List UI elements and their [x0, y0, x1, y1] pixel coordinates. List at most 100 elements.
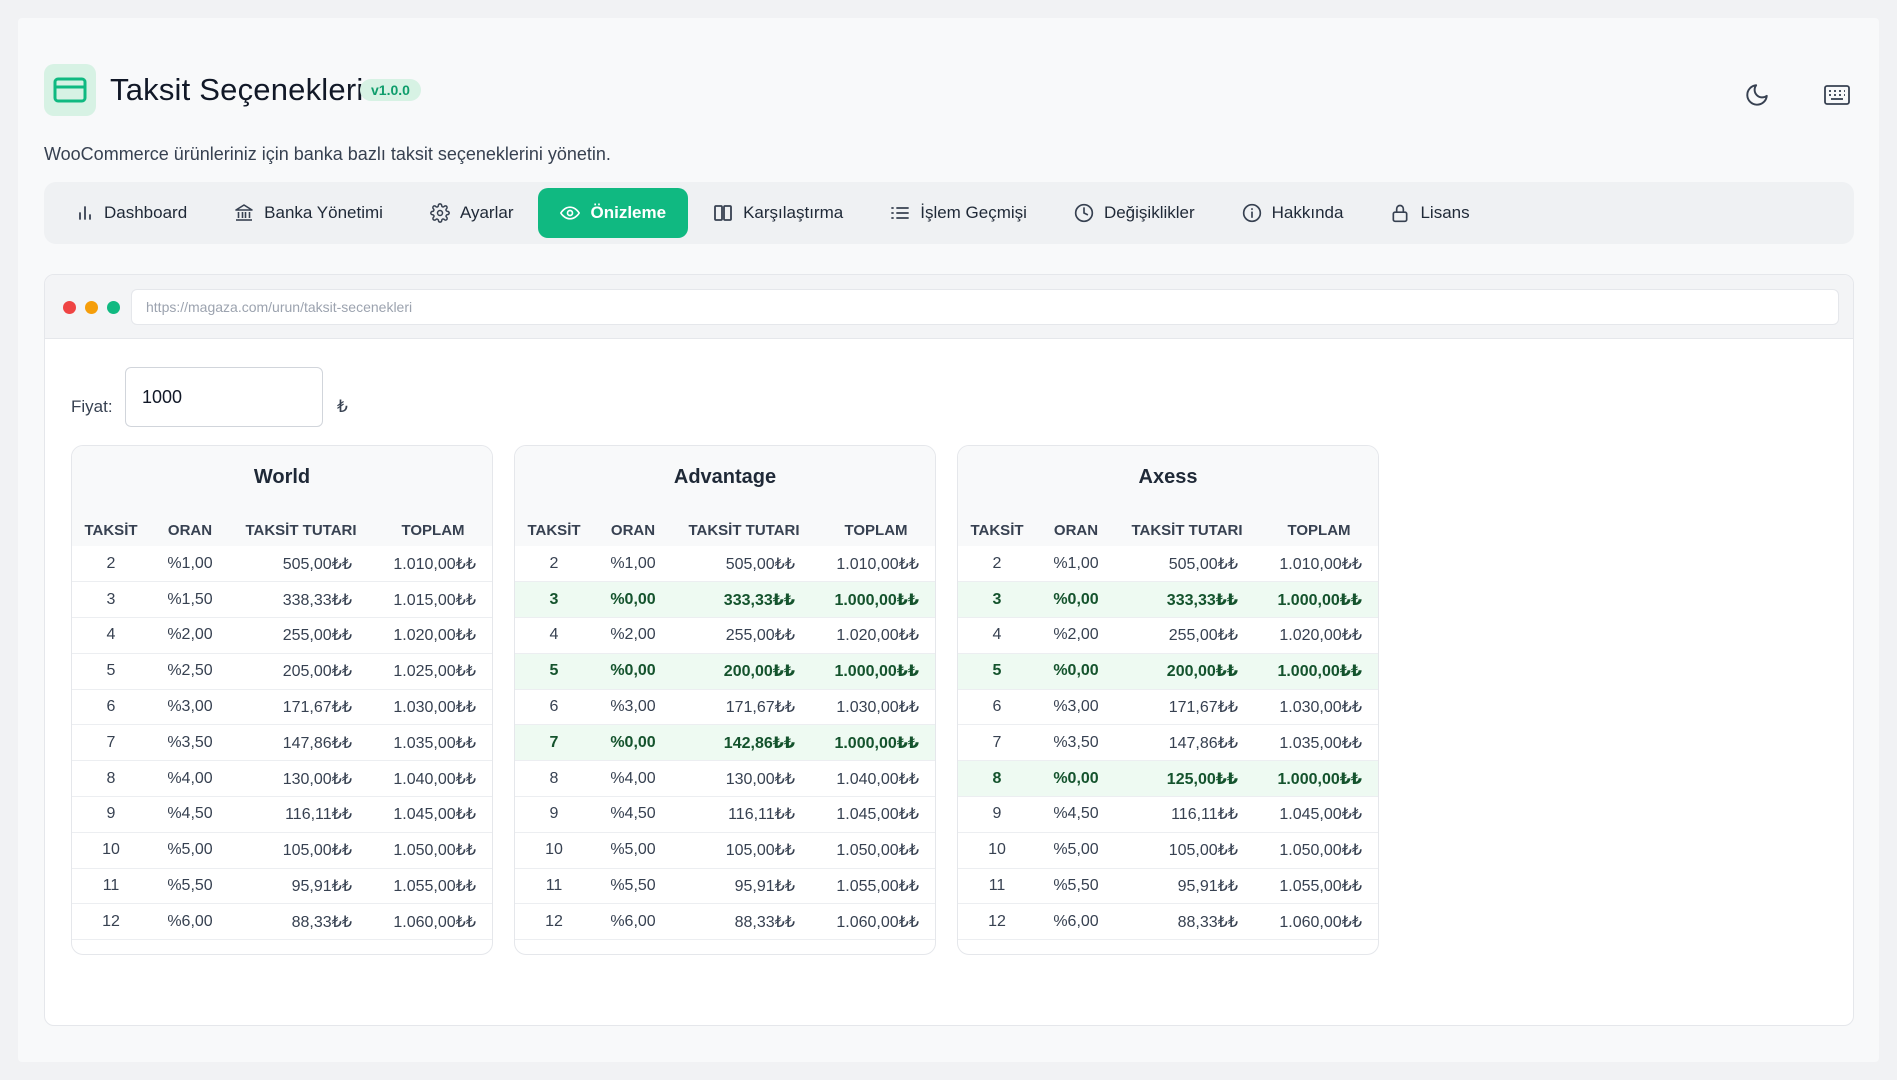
cell-installments: 2 [72, 546, 150, 583]
cell-total: 1.055,00₺₺ [1258, 868, 1378, 905]
col-header-oran: ORAN [167, 521, 213, 539]
tab-hakkinda[interactable]: Hakkında [1220, 188, 1366, 238]
cell-rate: %3,50 [150, 724, 230, 762]
cell-total: 1.055,00₺₺ [372, 868, 492, 905]
cell-installments: 8 [72, 760, 150, 798]
moon-icon[interactable] [1740, 78, 1774, 112]
tab-ayarlar[interactable]: Ayarlar [408, 188, 536, 238]
cell-rate: %5,00 [150, 832, 230, 869]
price-input[interactable] [125, 367, 323, 427]
cell-installments: 8 [515, 760, 593, 798]
cell-rate: %5,50 [593, 868, 673, 905]
cell-rate: %2,00 [150, 617, 230, 654]
installment-table: TAKSİT ORAN TAKSİT TUTARI TOPLAM 2 %1,00 505,0… [958, 514, 1378, 941]
table-row: 2 %1,00 505,00₺₺ 1.010,00₺₺ [515, 546, 935, 583]
tab-banka-yonetimi[interactable]: Banka Yönetimi [212, 188, 405, 238]
tab-label: Ayarlar [459, 203, 514, 222]
tab-onizleme[interactable]: Önizleme [538, 188, 689, 238]
cell-installments: 7 [72, 724, 150, 762]
col-header-taksit-tutari: TAKSİT TUTARI [688, 521, 800, 539]
cell-total: 1.030,00₺₺ [815, 689, 935, 726]
cell-installment-amount: 255,00₺₺ [1116, 617, 1258, 654]
cell-rate: %3,00 [593, 689, 673, 726]
cell-installments: 5 [515, 653, 593, 690]
col-header-taksit: TAKSİT [84, 521, 138, 539]
cell-total: 1.015,00₺₺ [372, 581, 492, 619]
info-icon [1242, 203, 1261, 223]
clock-icon [1074, 203, 1094, 223]
table-header-row: TAKSİT ORAN TAKSİT TUTARI TOPLAM [72, 514, 492, 546]
gear-icon [430, 203, 450, 223]
cell-total: 1.040,00₺₺ [372, 760, 492, 798]
cell-installments: 2 [515, 546, 593, 583]
bank-card: Axess TAKSİT ORAN TAKSİT TUTARI TOPLAM 2 %1,00… [957, 445, 1379, 955]
col-header-taksit: TAKSİT [970, 521, 1024, 539]
cell-installment-amount: 130,00₺₺ [230, 760, 372, 798]
bank-name: Advantage [673, 466, 777, 488]
cell-installment-amount: 255,00₺₺ [673, 617, 815, 654]
cell-installments: 4 [515, 617, 593, 654]
tab-dashboard[interactable]: Dashboard [54, 188, 209, 238]
cell-installments: 10 [515, 832, 593, 869]
cell-installment-amount: 200,00₺₺ [1116, 653, 1258, 690]
cell-rate: %0,00 [593, 724, 673, 762]
cell-rate: %6,00 [1036, 903, 1116, 941]
cell-installments: 6 [958, 689, 1036, 726]
cell-installments: 10 [72, 832, 150, 869]
table-row: 5 %2,50 205,00₺₺ 1.025,00₺₺ [72, 653, 492, 690]
cell-installments: 11 [72, 868, 150, 905]
cell-installment-amount: 505,00₺₺ [1116, 546, 1258, 583]
cell-installment-amount: 105,00₺₺ [230, 832, 372, 869]
table-row: 12 %6,00 88,33₺₺ 1.060,00₺₺ [515, 903, 935, 941]
keyboard-icon[interactable] [1820, 78, 1854, 112]
table-row: 11 %5,50 95,91₺₺ 1.055,00₺₺ [958, 868, 1378, 905]
cell-rate: %2,50 [150, 653, 230, 690]
table-row: 6 %3,00 171,67₺₺ 1.030,00₺₺ [515, 689, 935, 726]
tab-karsilastirma[interactable]: Karşılaştırma [691, 188, 865, 238]
cell-rate: %4,50 [150, 796, 230, 833]
cell-total: 1.010,00₺₺ [1258, 546, 1378, 583]
cell-total: 1.060,00₺₺ [815, 903, 935, 941]
cell-rate: %0,00 [1036, 653, 1116, 690]
cell-installment-amount: 200,00₺₺ [673, 653, 815, 690]
cell-installment-amount: 255,00₺₺ [230, 617, 372, 654]
cell-installment-amount: 116,11₺₺ [673, 796, 815, 833]
cell-rate: %5,00 [593, 832, 673, 869]
cell-rate: %5,50 [1036, 868, 1116, 905]
version-badge: v1.0.0 [360, 79, 421, 101]
cell-total: 1.035,00₺₺ [372, 724, 492, 762]
table-row: 8 %4,00 130,00₺₺ 1.040,00₺₺ [72, 760, 492, 798]
cell-rate: %1,00 [1036, 546, 1116, 583]
cell-installments: 4 [72, 617, 150, 654]
tab-lisans[interactable]: Lisans [1368, 188, 1491, 238]
table-row: 9 %4,50 116,11₺₺ 1.045,00₺₺ [515, 796, 935, 833]
table-row: 9 %4,50 116,11₺₺ 1.045,00₺₺ [958, 796, 1378, 833]
cell-total: 1.020,00₺₺ [1258, 617, 1378, 654]
cell-rate: %0,00 [1036, 581, 1116, 619]
cell-total: 1.000,00₺₺ [1258, 653, 1378, 690]
cell-installments: 12 [958, 903, 1036, 941]
tab-degisiklikler[interactable]: Değişiklikler [1052, 188, 1217, 238]
tab-label: Lisans [1420, 203, 1470, 222]
url-bar[interactable]: https://magaza.com/urun/taksit-secenekle… [131, 289, 1839, 325]
cell-total: 1.010,00₺₺ [815, 546, 935, 583]
table-row: 3 %1,50 338,33₺₺ 1.015,00₺₺ [72, 581, 492, 619]
cell-installment-amount: 88,33₺₺ [230, 903, 372, 941]
cell-installments: 8 [958, 760, 1036, 798]
tab-label: Önizleme [590, 203, 667, 222]
table-row: 4 %2,00 255,00₺₺ 1.020,00₺₺ [515, 617, 935, 654]
cell-rate: %1,00 [150, 546, 230, 583]
cell-rate: %2,00 [1036, 617, 1116, 654]
browser-bar: https://magaza.com/urun/taksit-secenekle… [45, 275, 1853, 339]
tab-islem-gecmisi[interactable]: İşlem Geçmişi [868, 188, 1049, 238]
col-header-taksit: TAKSİT [527, 521, 581, 539]
cell-installment-amount: 95,91₺₺ [673, 868, 815, 905]
cell-total: 1.050,00₺₺ [815, 832, 935, 869]
col-header-toplam: TOPLAM [844, 521, 908, 539]
cell-installment-amount: 116,11₺₺ [230, 796, 372, 833]
cell-rate: %0,00 [1036, 760, 1116, 798]
cell-installment-amount: 333,33₺₺ [673, 581, 815, 619]
cell-installment-amount: 147,86₺₺ [230, 724, 372, 762]
page-title: Taksit Seçenekleri [110, 72, 364, 107]
cell-installment-amount: 171,67₺₺ [673, 689, 815, 726]
